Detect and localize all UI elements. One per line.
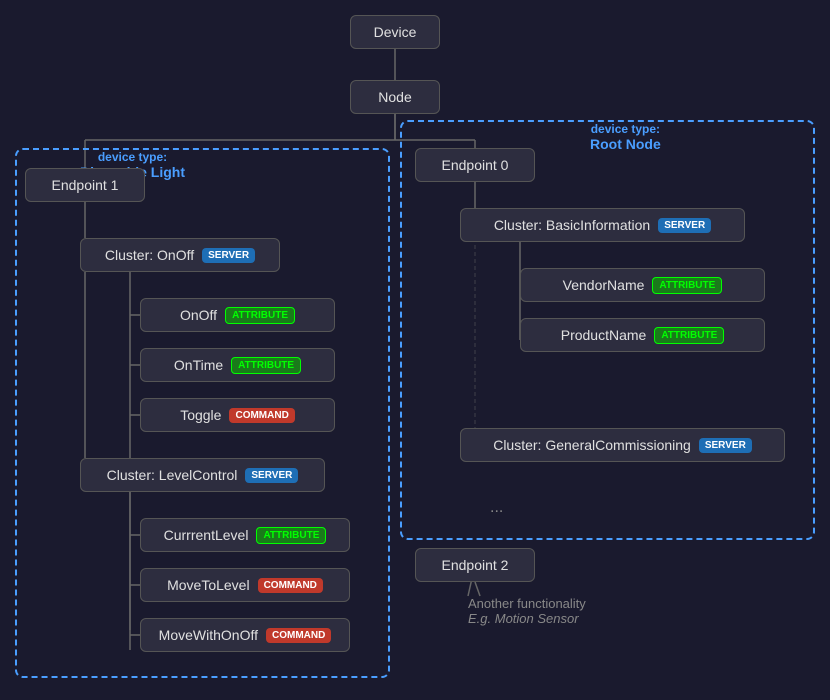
endpoint1-box: Endpoint 1 xyxy=(25,168,145,202)
attribute-badge-vendor: ATTRIBUTE xyxy=(652,277,722,294)
command-badge-movetolevel: COMMAND xyxy=(258,578,323,593)
cluster-level-box: Cluster: LevelControl SERVER xyxy=(80,458,325,492)
server-badge-level: SERVER xyxy=(245,468,298,483)
another-func-text: Another functionality E.g. Motion Sensor xyxy=(468,596,586,626)
move-with-onoff-box: MoveWithOnOff COMMAND xyxy=(140,618,350,652)
endpoint0-box: Endpoint 0 xyxy=(415,148,535,182)
attribute-badge-ontime: ATTRIBUTE xyxy=(231,357,301,374)
server-badge: SERVER xyxy=(202,248,255,263)
attribute-badge-level: ATTRIBUTE xyxy=(256,527,326,544)
product-name-box: ProductName ATTRIBUTE xyxy=(520,318,765,352)
diagram: ... device type: Dimmable Light device t… xyxy=(0,0,830,700)
node-node: Node xyxy=(350,80,440,114)
current-level-box: CurrrentLevel ATTRIBUTE xyxy=(140,518,350,552)
server-badge-basic: SERVER xyxy=(658,218,711,233)
server-badge-general: SERVER xyxy=(699,438,752,453)
cluster-basic-box: Cluster: BasicInformation SERVER xyxy=(460,208,745,242)
command-badge-movewithonoff: COMMAND xyxy=(266,628,331,643)
vendor-name-box: VendorName ATTRIBUTE xyxy=(520,268,765,302)
root-node-label: device type: Root Node xyxy=(590,122,661,152)
onoff-box: OnOff ATTRIBUTE xyxy=(140,298,335,332)
toggle-box: Toggle COMMAND xyxy=(140,398,335,432)
attribute-badge: ATTRIBUTE xyxy=(225,307,295,324)
attribute-badge-product: ATTRIBUTE xyxy=(654,327,724,344)
endpoint2-box: Endpoint 2 xyxy=(415,548,535,582)
cluster-general-box: Cluster: GeneralCommissioning SERVER xyxy=(460,428,785,462)
command-badge-toggle: COMMAND xyxy=(229,408,294,423)
move-to-level-box: MoveToLevel COMMAND xyxy=(140,568,350,602)
cluster-onoff-box: Cluster: OnOff SERVER xyxy=(80,238,280,272)
ontime-box: OnTime ATTRIBUTE xyxy=(140,348,335,382)
device-node: Device xyxy=(350,15,440,49)
